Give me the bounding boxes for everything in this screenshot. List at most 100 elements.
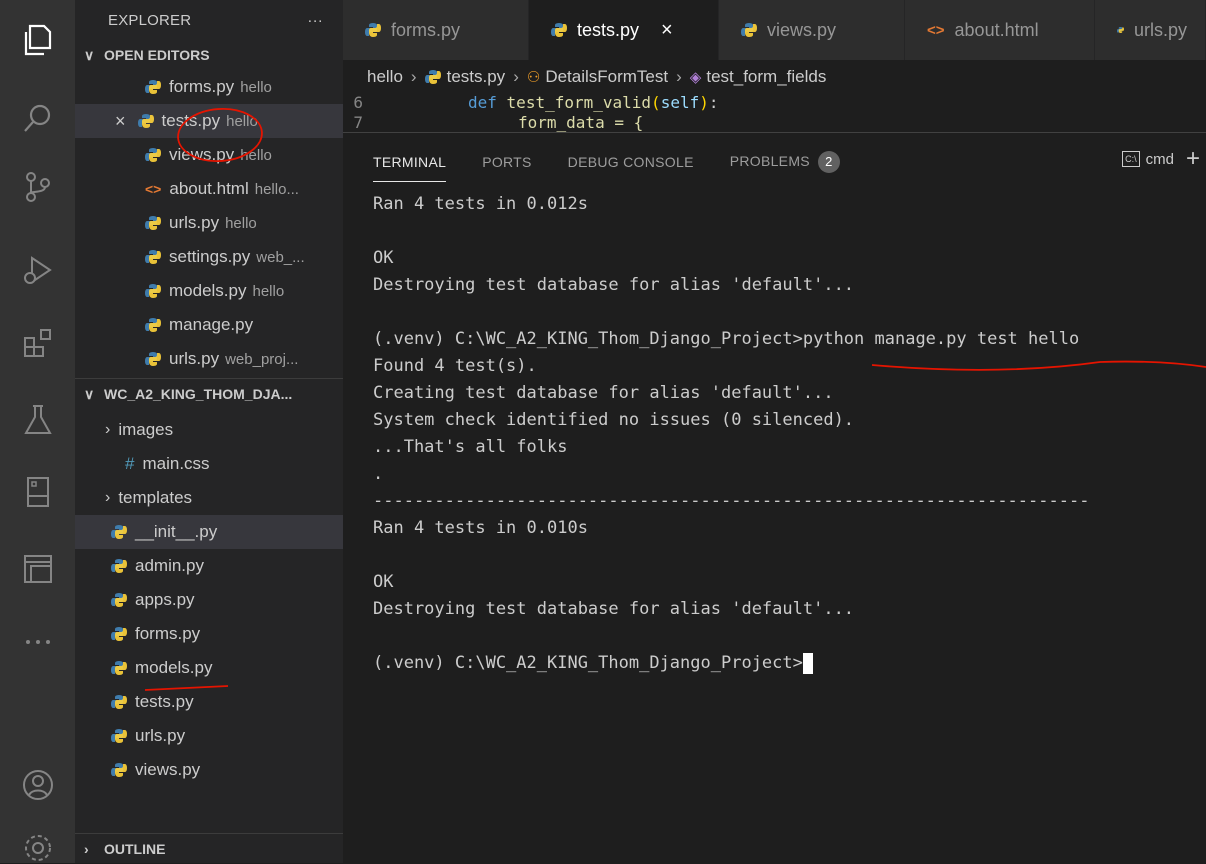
- tab-label: urls.py: [1133, 19, 1187, 40]
- terminal-line-text: Destroying test database for alias 'defa…: [373, 599, 855, 619]
- terminal-controls: C:\ cmd +: [1122, 147, 1200, 171]
- file-name: main.css: [142, 454, 210, 473]
- panel-tabs: TERMINAL PORTS DEBUG CONSOLE PROBLEMS 2 C…: [343, 133, 1206, 191]
- python-icon: [741, 23, 757, 37]
- file-item[interactable]: admin.py: [75, 549, 343, 583]
- close-tab-icon[interactable]: ×: [661, 19, 673, 42]
- tab-about-html[interactable]: <> about.html: [905, 0, 1095, 60]
- open-editor-name: forms.py: [169, 77, 235, 96]
- open-editor-item[interactable]: views.py hello: [75, 138, 343, 172]
- code-keyword: def: [468, 92, 497, 112]
- search-icon[interactable]: [16, 97, 60, 141]
- source-control-icon[interactable]: [16, 165, 60, 209]
- terminal-line-text: Found 4 test(s).: [373, 356, 537, 376]
- extensions-icon[interactable]: [16, 322, 60, 366]
- file-item[interactable]: forms.py: [75, 617, 343, 651]
- python-icon: [551, 23, 567, 37]
- terminal-line-text: ----------------------------------------…: [373, 491, 1090, 511]
- open-editors-label: OPEN EDITORS: [104, 47, 210, 63]
- file-item[interactable]: models.py: [75, 651, 343, 685]
- open-editor-item[interactable]: models.py hello: [75, 274, 343, 308]
- python-icon: [145, 318, 161, 332]
- terminal-cursor: [802, 652, 813, 674]
- file-item[interactable]: views.py: [75, 753, 343, 787]
- file-item[interactable]: urls.py: [75, 719, 343, 753]
- open-editor-item[interactable]: forms.py hello: [75, 70, 343, 104]
- chevron-right-icon: ›: [105, 489, 111, 506]
- explorer-files-icon[interactable]: [16, 18, 60, 62]
- account-icon[interactable]: [16, 763, 60, 807]
- chevron-down-icon: ∨: [84, 385, 95, 402]
- code-line: 7 form_data = {: [343, 112, 1206, 132]
- open-editor-name: manage.py: [169, 315, 254, 334]
- run-debug-icon[interactable]: [16, 248, 60, 292]
- testing-flask-icon[interactable]: [16, 398, 60, 442]
- tab-ports[interactable]: PORTS: [482, 154, 531, 170]
- open-editors-header[interactable]: ∨ OPEN EDITORS: [75, 40, 343, 70]
- terminal-line: Destroying test database for alias 'defa…: [373, 272, 1206, 299]
- settings-gear-icon[interactable]: [16, 833, 60, 863]
- python-icon: [424, 70, 441, 84]
- file-name: urls.py: [135, 726, 186, 745]
- open-editor-item[interactable]: urls.py web_proj...: [75, 342, 343, 376]
- outline-label: OUTLINE: [104, 841, 166, 857]
- tab-problems[interactable]: PROBLEMS 2: [730, 151, 840, 173]
- file-name: images: [118, 420, 174, 439]
- outline-header[interactable]: › OUTLINE: [75, 833, 343, 863]
- open-editor-desc: hello: [252, 282, 285, 300]
- tab-urls-py[interactable]: urls.py: [1095, 0, 1206, 60]
- file-item[interactable]: apps.py: [75, 583, 343, 617]
- terminal-line-text: Ran 4 tests in 0.012s: [373, 194, 588, 214]
- tab-terminal[interactable]: TERMINAL: [373, 154, 447, 182]
- terminal-line: ...That's all folks: [373, 434, 1206, 461]
- open-editor-name: views.py: [169, 145, 235, 164]
- open-editor-item[interactable]: settings.py web_...: [75, 240, 343, 274]
- breadcrumb-method[interactable]: test_form_fields: [706, 67, 826, 87]
- open-editors-list: forms.py hello × tests.py hello views.py hello…: [75, 70, 343, 376]
- project-folder-header[interactable]: ∨ WC_A2_KING_THOM_DJA...: [75, 378, 343, 409]
- tab-label: forms.py: [391, 19, 461, 40]
- breadcrumb-file[interactable]: tests.py: [447, 67, 506, 87]
- new-terminal-icon[interactable]: +: [1186, 147, 1200, 171]
- open-editor-name: urls.py: [169, 349, 220, 368]
- method-symbol-icon: ◈: [689, 69, 702, 86]
- python-icon: [145, 250, 161, 264]
- class-symbol-icon: ⚇: [526, 69, 541, 86]
- open-editor-item[interactable]: <> about.html hello...: [75, 172, 343, 206]
- open-editor-desc: hello...: [254, 180, 299, 198]
- open-editor-desc: web_proj...: [225, 350, 299, 368]
- open-editor-item[interactable]: manage.py: [75, 308, 343, 342]
- tab-debug-console[interactable]: DEBUG CONSOLE: [568, 154, 694, 170]
- python-icon: [145, 80, 161, 94]
- terminal-line: Ran 4 tests in 0.010s: [373, 515, 1206, 542]
- panels-icon[interactable]: [16, 547, 60, 591]
- terminal-shell-icon: C:\: [1122, 151, 1140, 167]
- close-icon[interactable]: ×: [115, 111, 126, 132]
- open-editor-item[interactable]: × tests.py hello: [75, 104, 343, 138]
- file-name: templates: [118, 488, 193, 507]
- folder-item[interactable]: › images: [75, 413, 343, 447]
- explorer-more-button[interactable]: ···: [307, 12, 323, 29]
- python-icon: [145, 284, 161, 298]
- tab-forms-py[interactable]: forms.py: [343, 0, 529, 60]
- folder-item[interactable]: › templates: [75, 481, 343, 515]
- file-name: tests.py: [135, 692, 194, 711]
- file-name: admin.py: [135, 556, 204, 575]
- tab-views-py[interactable]: views.py: [719, 0, 905, 60]
- tab-tests-py[interactable]: tests.py ×: [529, 0, 719, 60]
- python-icon: [111, 525, 127, 539]
- breadcrumb: hello › tests.py › ⚇ DetailsFormTest › ◈…: [343, 62, 1206, 92]
- file-item[interactable]: tests.py: [75, 685, 343, 719]
- file-item[interactable]: __init__.py: [75, 515, 343, 549]
- open-editor-item[interactable]: urls.py hello: [75, 206, 343, 240]
- more-icon[interactable]: [16, 620, 60, 664]
- terminal-line: Ran 4 tests in 0.012s: [373, 191, 1206, 218]
- breadcrumb-class[interactable]: DetailsFormTest: [545, 67, 668, 87]
- file-item[interactable]: # main.css: [75, 447, 343, 481]
- remote-explorer-icon[interactable]: [16, 470, 60, 514]
- code-editor[interactable]: 6 def test_form_valid(self): 7 form_data =…: [343, 92, 1206, 132]
- breadcrumb-folder[interactable]: hello: [367, 67, 403, 87]
- terminal-output[interactable]: Ran 4 tests in 0.012s OK Destroying test d…: [343, 191, 1206, 677]
- terminal-shell-name[interactable]: cmd: [1146, 151, 1174, 168]
